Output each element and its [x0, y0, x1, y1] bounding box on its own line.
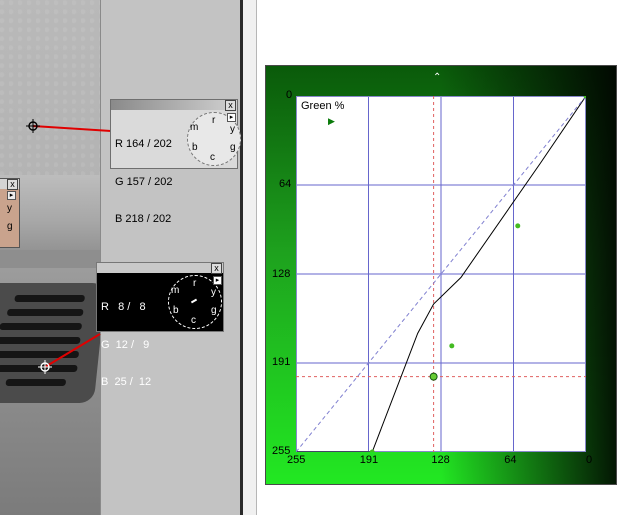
control-point [369, 449, 375, 452]
y-tick-label: 0 [286, 89, 293, 101]
probe-panel-c[interactable]: x ▸ y g [0, 178, 20, 248]
probe-panel-a[interactable]: x R 164 / 202 G 157 / 202 B 218 / 202 m … [110, 99, 241, 225]
probe-b-leader [44, 333, 101, 368]
curve-chart[interactable] [296, 96, 586, 452]
probe-a-red-value: R 164 / 202 [115, 138, 172, 150]
x-tick-label: 0 [586, 454, 593, 466]
probe-b-marker[interactable] [38, 360, 52, 374]
dial-label-y: y [7, 203, 12, 214]
dial-label-c: c [191, 315, 196, 326]
dial-label-b: b [192, 142, 198, 153]
x-tick-label: 64 [504, 454, 517, 466]
probe-a-marker[interactable] [26, 119, 40, 133]
probe-panel-b-titlebar[interactable] [97, 263, 223, 273]
dial-label-g: g [230, 142, 236, 153]
close-icon[interactable]: x [211, 263, 222, 274]
probe-a-leader [32, 125, 112, 132]
dial-label-b: b [173, 305, 179, 316]
dial-label-m: m [190, 122, 199, 133]
close-icon[interactable]: x [225, 100, 236, 111]
probe-b-values: R 8 / 8 G 12 / 9 B 25 / 12 [101, 276, 151, 414]
x-tick-label: 128 [431, 454, 450, 466]
dial-label-g: g [211, 305, 217, 316]
y-tick-label: 128 [272, 267, 291, 280]
dial-needle [190, 298, 198, 304]
channel-label: Green % [301, 100, 345, 112]
close-icon[interactable]: x [7, 179, 18, 190]
dial-label-y: y [211, 287, 216, 298]
menu-arrow-icon[interactable]: ▸ [213, 276, 222, 285]
control-point [449, 343, 455, 349]
dial-label-r: r [212, 115, 216, 126]
probe-b-green-value: G 12 / 9 [101, 338, 150, 351]
y-tick-label: 64 [279, 178, 292, 191]
dial-label-c: c [210, 152, 215, 163]
y-tick-label: 191 [272, 355, 291, 368]
probe-b-red-value: R 8 / 8 [101, 301, 146, 313]
probe-leaders [26, 119, 112, 374]
control-point [429, 372, 438, 381]
dial-label-r: r [193, 278, 197, 289]
dial-label-m: m [171, 285, 180, 296]
x-tick-label: 191 [359, 454, 379, 466]
dial-label-y: y [230, 124, 235, 135]
probe-a-blue-value: B 218 / 202 [115, 213, 172, 225]
probe-a-values: R 164 / 202 G 157 / 202 B 218 / 202 [115, 113, 173, 251]
menu-arrow-icon[interactable]: ▸ [227, 113, 236, 122]
collapse-chevron-icon[interactable]: ⌃ [433, 72, 441, 83]
probe-b-blue-value: B 25 / 12 [101, 376, 152, 388]
probe-a-green-value: G 157 / 202 [115, 175, 173, 188]
menu-arrow-icon[interactable]: ▸ [7, 191, 16, 200]
control-point [515, 223, 521, 229]
dial-label-g: g [7, 221, 13, 232]
curve-plot-area[interactable]: Green % ▶ [296, 96, 586, 452]
play-icon[interactable]: ▶ [328, 116, 335, 127]
y-tick-label: 255 [272, 445, 291, 457]
probe-panel-b[interactable]: x R 8 / 8 G 12 / 9 B 25 / 12 m r y g c b… [96, 262, 224, 388]
probe-panel-a-titlebar[interactable] [111, 100, 237, 110]
